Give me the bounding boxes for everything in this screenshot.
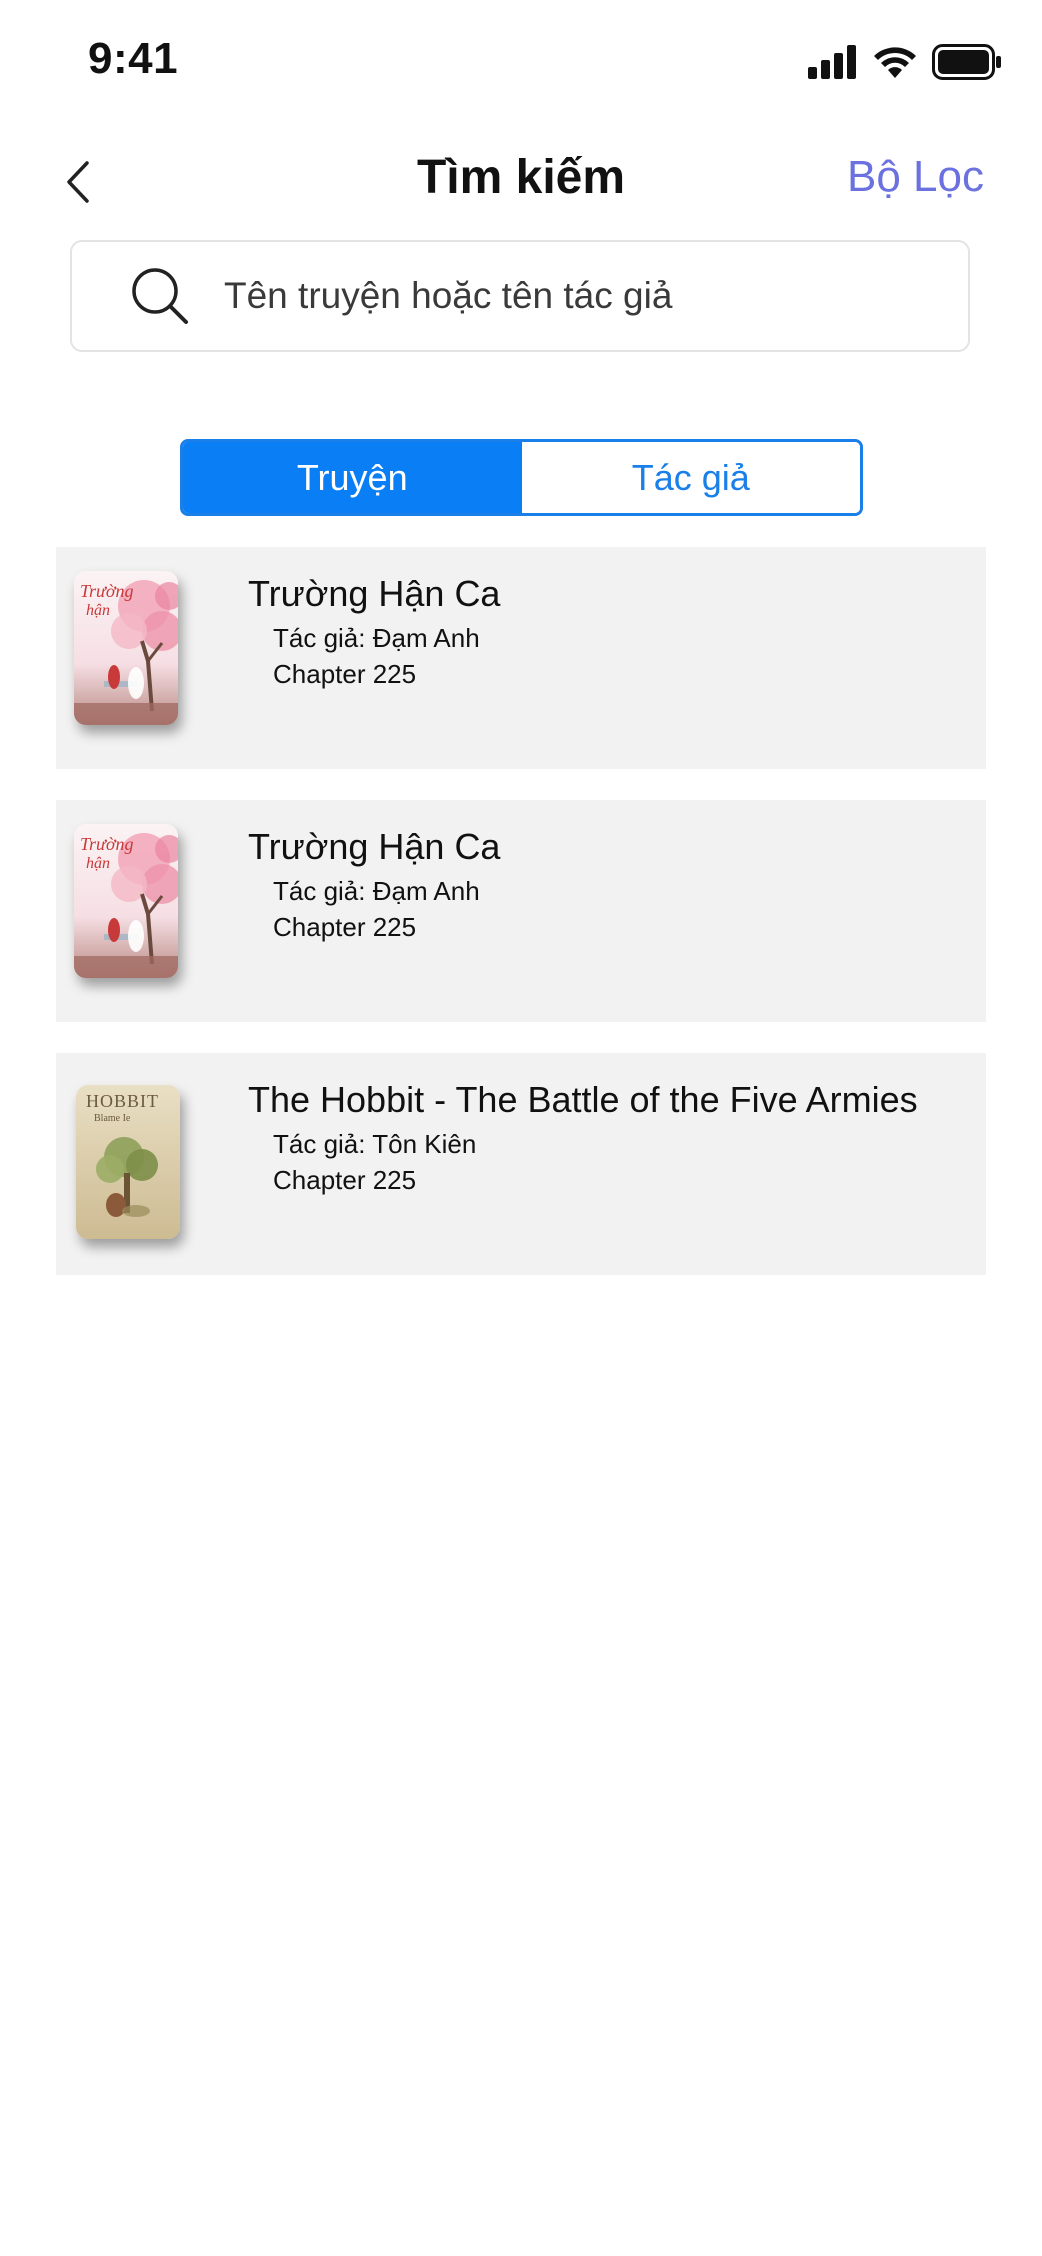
tab-stories[interactable]: Truyện — [183, 442, 522, 513]
result-item[interactable]: Trường hận Trường Hận Ca Tác giả: Đạm An… — [56, 547, 986, 769]
battery-icon — [932, 43, 1002, 85]
book-cover-image: HOBBIT Blame Ie — [76, 1085, 180, 1239]
book-cover-image: Trường hận — [74, 571, 178, 725]
svg-text:hận: hận — [86, 855, 110, 872]
book-title: The Hobbit - The Battle of the Five Armi… — [248, 1079, 918, 1120]
tab-switcher: Truyện Tác giả — [180, 439, 863, 516]
status-icons — [808, 43, 1002, 85]
book-title: Trường Hận Ca — [248, 573, 501, 614]
search-input[interactable] — [222, 265, 968, 327]
status-time: 9:41 — [88, 34, 179, 83]
book-author: Tác giả: Đạm Anh — [273, 623, 480, 653]
book-author: Tác giả: Tôn Kiên — [273, 1129, 477, 1159]
svg-text:hận: hận — [86, 602, 110, 619]
search-bar[interactable] — [70, 240, 970, 352]
search-screen: 9:41 Tìm kiếm Bộ Lọc Tên truyện hoặc tên… — [0, 0, 1042, 2256]
book-title: Trường Hận Ca — [248, 826, 501, 867]
filter-button[interactable]: Bộ Lọc — [847, 152, 984, 202]
search-icon — [130, 266, 190, 326]
book-author: Tác giả: Đạm Anh — [273, 876, 480, 906]
result-item[interactable]: HOBBIT Blame Ie The Hobbit - The Battle … — [56, 1053, 986, 1275]
book-chapter: Chapter 225 — [273, 1165, 417, 1195]
book-chapter: Chapter 225 — [273, 659, 417, 689]
tab-authors[interactable]: Tác giả — [521, 442, 860, 513]
cellular-signal-icon — [808, 44, 858, 84]
svg-text:Trường: Trường — [80, 834, 133, 854]
book-cover-image: Trường hận — [74, 824, 178, 978]
svg-text:Blame Ie: Blame Ie — [94, 1113, 131, 1124]
svg-text:HOBBIT: HOBBIT — [86, 1091, 159, 1111]
result-item[interactable]: Trường hận Trường Hận Ca Tác giả: Đạm An… — [56, 800, 986, 1022]
svg-text:Trường: Trường — [80, 581, 133, 601]
book-chapter: Chapter 225 — [273, 912, 417, 942]
wifi-icon — [872, 45, 918, 84]
